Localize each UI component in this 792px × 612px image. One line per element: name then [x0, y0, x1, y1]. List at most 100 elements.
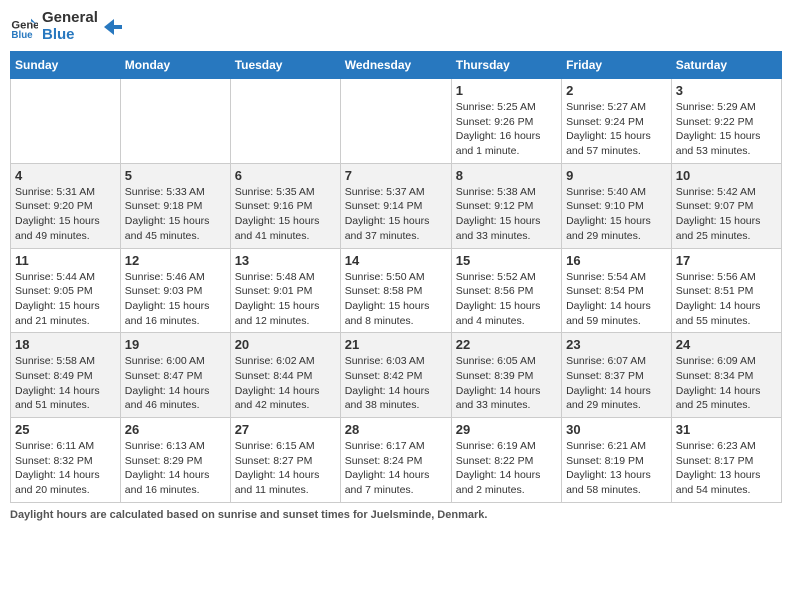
day-number: 22 [456, 337, 557, 352]
logo-blue: Blue [42, 27, 98, 44]
day-info: Sunrise: 5:46 AM Sunset: 9:03 PM Dayligh… [125, 270, 226, 329]
day-cell: 24 Sunrise: 6:09 AM Sunset: 8:34 PM Dayli… [671, 333, 781, 418]
day-cell: 21Sunrise: 6:03 AM Sunset: 8:42 PM Dayli… [340, 333, 451, 418]
day-info: Sunrise: 5:37 AM Sunset: 9:14 PM Dayligh… [345, 185, 447, 244]
day-cell: 20 Sunrise: 6:02 AM Sunset: 8:44 PM Dayli… [230, 333, 340, 418]
week-row-1: 1 Sunrise: 5:25 AM Sunset: 9:26 PM Daylig… [11, 79, 782, 164]
day-number: 31 [676, 422, 777, 437]
day-number: 15 [456, 253, 557, 268]
day-info: Sunrise: 5:52 AM Sunset: 8:56 PM Dayligh… [456, 270, 557, 329]
day-info: Sunrise: 5:25 AM Sunset: 9:26 PM Dayligh… [456, 100, 557, 159]
day-number: 13 [235, 253, 336, 268]
day-info: Sunrise: 6:13 AM Sunset: 8:29 PM Dayligh… [125, 439, 226, 498]
day-cell: 26 Sunrise: 6:13 AM Sunset: 8:29 PM Dayli… [120, 418, 230, 503]
day-number: 24 [676, 337, 777, 352]
day-number: 2 [566, 83, 667, 98]
day-cell: 10Sunrise: 5:42 AM Sunset: 9:07 PM Dayli… [671, 163, 781, 248]
calendar-table: SundayMondayTuesdayWednesdayThursdayFrid… [10, 51, 782, 503]
day-info: Sunrise: 5:38 AM Sunset: 9:12 PM Dayligh… [456, 185, 557, 244]
day-info: Sunrise: 5:48 AM Sunset: 9:01 PM Dayligh… [235, 270, 336, 329]
day-cell: 8 Sunrise: 5:38 AM Sunset: 9:12 PM Daylig… [451, 163, 561, 248]
day-number: 20 [235, 337, 336, 352]
day-info: Sunrise: 6:23 AM Sunset: 8:17 PM Dayligh… [676, 439, 777, 498]
day-cell [230, 79, 340, 164]
day-cell: 15 Sunrise: 5:52 AM Sunset: 8:56 PM Dayli… [451, 248, 561, 333]
day-number: 8 [456, 168, 557, 183]
day-cell: 18Sunrise: 5:58 AM Sunset: 8:49 PM Dayli… [11, 333, 121, 418]
days-header-row: SundayMondayTuesdayWednesdayThursdayFrid… [11, 52, 782, 79]
footer-note: Daylight hours are calculated based on s… [10, 509, 782, 521]
day-info: Sunrise: 6:19 AM Sunset: 8:22 PM Dayligh… [456, 439, 557, 498]
week-row-5: 25Sunrise: 6:11 AM Sunset: 8:32 PM Dayli… [11, 418, 782, 503]
logo-general: General [42, 10, 98, 27]
day-cell: 27 Sunrise: 6:15 AM Sunset: 8:27 PM Dayli… [230, 418, 340, 503]
day-info: Sunrise: 6:02 AM Sunset: 8:44 PM Dayligh… [235, 354, 336, 413]
day-info: Sunrise: 5:35 AM Sunset: 9:16 PM Dayligh… [235, 185, 336, 244]
day-cell: 12 Sunrise: 5:46 AM Sunset: 9:03 PM Dayli… [120, 248, 230, 333]
day-header-thursday: Thursday [451, 52, 561, 79]
day-cell: 23 Sunrise: 6:07 AM Sunset: 8:37 PM Dayli… [562, 333, 672, 418]
day-number: 9 [566, 168, 667, 183]
day-cell: 25Sunrise: 6:11 AM Sunset: 8:32 PM Dayli… [11, 418, 121, 503]
day-info: Sunrise: 5:54 AM Sunset: 8:54 PM Dayligh… [566, 270, 667, 329]
day-info: Sunrise: 5:58 AM Sunset: 8:49 PM Dayligh… [15, 354, 116, 413]
day-header-saturday: Saturday [671, 52, 781, 79]
day-info: Sunrise: 5:40 AM Sunset: 9:10 PM Dayligh… [566, 185, 667, 244]
day-info: Sunrise: 5:44 AM Sunset: 9:05 PM Dayligh… [15, 270, 116, 329]
day-cell: 29 Sunrise: 6:19 AM Sunset: 8:22 PM Dayli… [451, 418, 561, 503]
day-number: 7 [345, 168, 447, 183]
day-number: 17 [676, 253, 777, 268]
day-info: Sunrise: 6:17 AM Sunset: 8:24 PM Dayligh… [345, 439, 447, 498]
day-header-monday: Monday [120, 52, 230, 79]
day-number: 1 [456, 83, 557, 98]
day-info: Sunrise: 6:05 AM Sunset: 8:39 PM Dayligh… [456, 354, 557, 413]
day-cell: 5 Sunrise: 5:33 AM Sunset: 9:18 PM Daylig… [120, 163, 230, 248]
day-number: 19 [125, 337, 226, 352]
day-cell [11, 79, 121, 164]
day-number: 5 [125, 168, 226, 183]
day-cell: 28 Sunrise: 6:17 AM Sunset: 8:24 PM Dayli… [340, 418, 451, 503]
day-cell: 22 Sunrise: 6:05 AM Sunset: 8:39 PM Dayli… [451, 333, 561, 418]
svg-text:Blue: Blue [11, 30, 33, 41]
day-info: Sunrise: 6:07 AM Sunset: 8:37 PM Dayligh… [566, 354, 667, 413]
day-number: 28 [345, 422, 447, 437]
day-info: Sunrise: 5:29 AM Sunset: 9:22 PM Dayligh… [676, 100, 777, 159]
day-cell: 31 Sunrise: 6:23 AM Sunset: 8:17 PM Dayli… [671, 418, 781, 503]
day-header-friday: Friday [562, 52, 672, 79]
day-cell: 7 Sunrise: 5:37 AM Sunset: 9:14 PM Daylig… [340, 163, 451, 248]
day-cell: 2Sunrise: 5:27 AM Sunset: 9:24 PM Daylig… [562, 79, 672, 164]
logo: General Blue General Blue [10, 10, 122, 43]
day-number: 26 [125, 422, 226, 437]
day-cell: 19 Sunrise: 6:00 AM Sunset: 8:47 PM Dayli… [120, 333, 230, 418]
day-number: 14 [345, 253, 447, 268]
day-number: 10 [676, 168, 777, 183]
day-info: Sunrise: 5:31 AM Sunset: 9:20 PM Dayligh… [15, 185, 116, 244]
day-number: 30 [566, 422, 667, 437]
day-cell [120, 79, 230, 164]
day-info: Sunrise: 6:00 AM Sunset: 8:47 PM Dayligh… [125, 354, 226, 413]
day-header-sunday: Sunday [11, 52, 121, 79]
day-number: 29 [456, 422, 557, 437]
day-header-tuesday: Tuesday [230, 52, 340, 79]
day-cell: 13 Sunrise: 5:48 AM Sunset: 9:01 PM Dayli… [230, 248, 340, 333]
day-info: Sunrise: 6:09 AM Sunset: 8:34 PM Dayligh… [676, 354, 777, 413]
day-number: 27 [235, 422, 336, 437]
logo-arrow-icon [102, 17, 122, 37]
day-number: 12 [125, 253, 226, 268]
day-cell: 9 Sunrise: 5:40 AM Sunset: 9:10 PM Daylig… [562, 163, 672, 248]
day-info: Sunrise: 6:11 AM Sunset: 8:32 PM Dayligh… [15, 439, 116, 498]
day-cell: 6Sunrise: 5:35 AM Sunset: 9:16 PM Daylig… [230, 163, 340, 248]
day-number: 23 [566, 337, 667, 352]
footer-label: Daylight hours [10, 509, 87, 521]
day-info: Sunrise: 6:15 AM Sunset: 8:27 PM Dayligh… [235, 439, 336, 498]
day-number: 4 [15, 168, 116, 183]
page-header: General Blue General Blue [10, 10, 782, 43]
day-number: 11 [15, 253, 116, 268]
day-info: Sunrise: 5:33 AM Sunset: 9:18 PM Dayligh… [125, 185, 226, 244]
day-cell: 17Sunrise: 5:56 AM Sunset: 8:51 PM Dayli… [671, 248, 781, 333]
day-info: Sunrise: 6:21 AM Sunset: 8:19 PM Dayligh… [566, 439, 667, 498]
logo-icon: General Blue [10, 13, 38, 41]
day-info: Sunrise: 6:03 AM Sunset: 8:42 PM Dayligh… [345, 354, 447, 413]
day-number: 16 [566, 253, 667, 268]
day-cell: 14Sunrise: 5:50 AM Sunset: 8:58 PM Dayli… [340, 248, 451, 333]
